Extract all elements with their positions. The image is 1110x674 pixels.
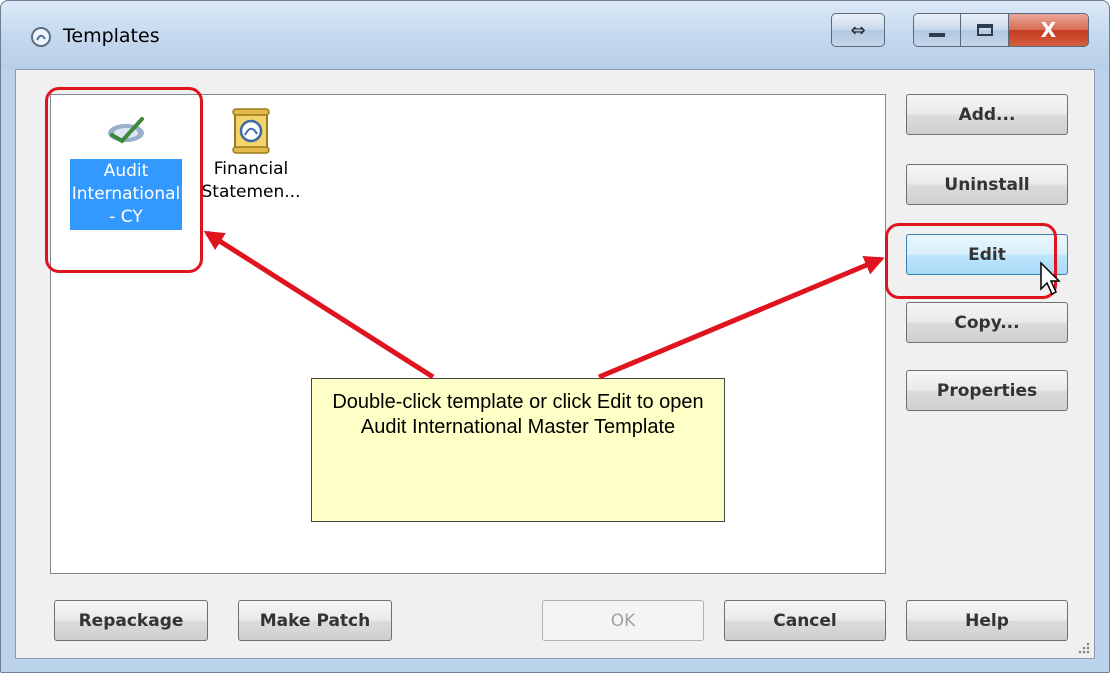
make-patch-button[interactable]: Make Patch xyxy=(238,600,392,641)
properties-button[interactable]: Properties xyxy=(906,370,1068,411)
repackage-button[interactable]: Repackage xyxy=(54,600,208,641)
caseware-logo-icon xyxy=(31,27,51,47)
resize-arrows-icon: ⇔ xyxy=(850,19,866,41)
cancel-button[interactable]: Cancel xyxy=(724,600,886,641)
maximize-icon xyxy=(976,24,993,36)
highlight-audit-template xyxy=(45,87,203,273)
ok-button[interactable]: OK xyxy=(542,600,704,641)
close-button[interactable]: X xyxy=(1009,13,1089,47)
minimize-icon xyxy=(929,33,945,37)
resize-button[interactable]: ⇔ xyxy=(831,13,885,47)
close-icon: X xyxy=(1040,18,1057,42)
templates-dialog: Templates ⇔ X Audit International - CY F… xyxy=(0,0,1110,673)
highlight-edit-button xyxy=(885,223,1057,299)
resize-grip-icon[interactable] xyxy=(1078,642,1090,654)
instruction-callout: Double-click template or click Edit to o… xyxy=(311,378,725,522)
uninstall-button[interactable]: Uninstall xyxy=(906,164,1068,205)
add-button[interactable]: Add... xyxy=(906,94,1068,135)
template-item-financial-statements[interactable]: Financial Statemen... xyxy=(191,107,311,205)
maximize-button[interactable] xyxy=(961,13,1009,47)
window-title: Templates xyxy=(63,25,160,47)
minimize-button[interactable] xyxy=(913,13,961,47)
help-button[interactable]: Help xyxy=(906,600,1068,641)
copy-button[interactable]: Copy... xyxy=(906,302,1068,343)
title-bar[interactable]: Templates ⇔ X xyxy=(1,1,1109,69)
scroll-logo-icon xyxy=(229,107,273,154)
template-label: Financial Statemen... xyxy=(201,159,301,202)
